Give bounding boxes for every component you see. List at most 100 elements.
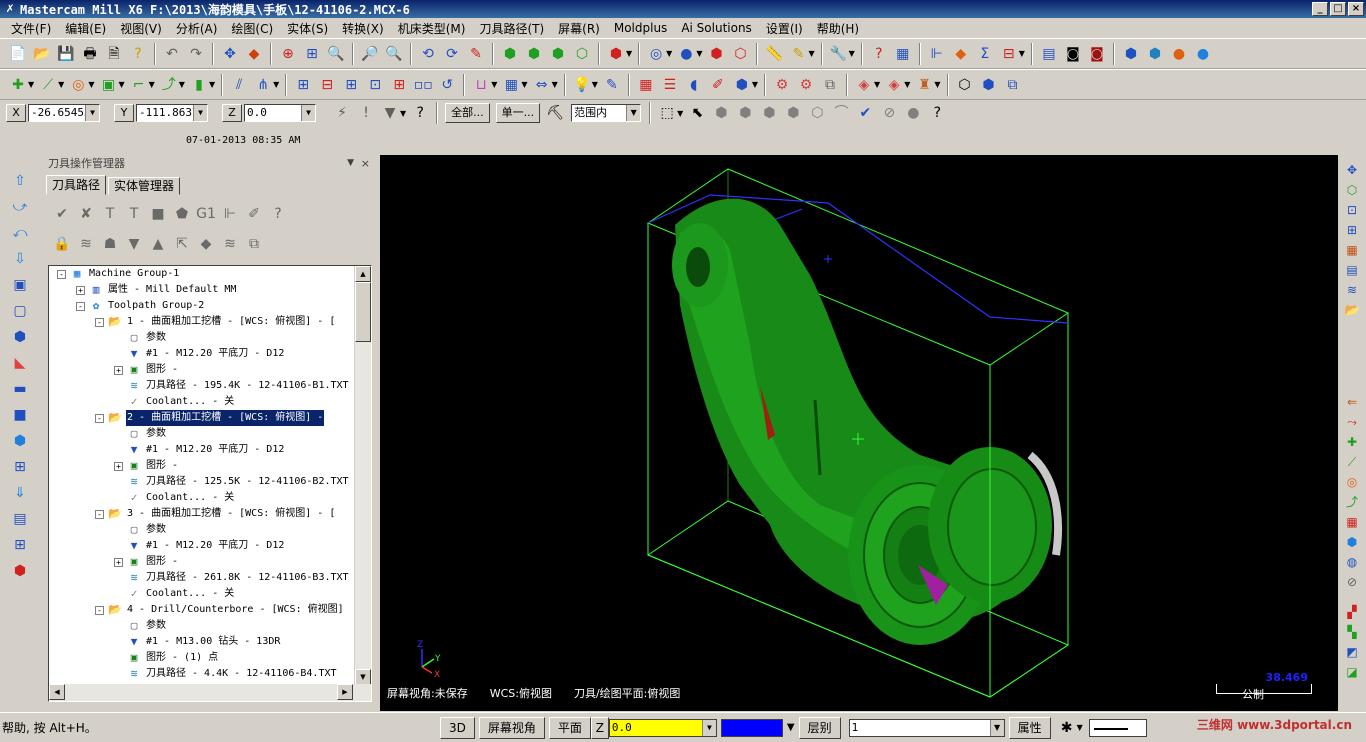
multiaxis-icon[interactable]: ⬢ xyxy=(10,431,30,451)
contour-icon[interactable]: ▣ xyxy=(10,275,30,295)
graphics-viewport[interactable]: Z Y X 屏幕视角:未保存 WCS:俯视图 刀具/绘图平面:俯视图 38.46… xyxy=(380,155,1338,711)
pocket-icon[interactable]: ▢ xyxy=(10,301,30,321)
list-icon[interactable]: ☰ xyxy=(660,75,680,95)
unzoom-icon[interactable]: 🔎 xyxy=(360,44,380,64)
wireframe-cube-icon[interactable]: ⬢ xyxy=(500,44,520,64)
print-preview-icon[interactable]: 🗎 xyxy=(104,44,124,64)
scroll-to-arrow-icon[interactable]: ◆ xyxy=(196,234,216,254)
toggle-post-icon[interactable]: ☗ xyxy=(100,234,120,254)
menu-edit[interactable]: 编辑(E) xyxy=(58,20,113,37)
snap-icon[interactable]: ▞ xyxy=(1343,603,1361,621)
selection-mask-icon[interactable]: ⛏ xyxy=(545,103,565,123)
solids-extrude-icon[interactable]: ⚙ xyxy=(772,75,792,95)
circle-dropdown-icon[interactable]: ▼ xyxy=(88,80,94,89)
help-question-icon[interactable]: ? xyxy=(410,103,430,123)
manager-help-icon[interactable]: ? xyxy=(268,204,288,224)
expand-icon[interactable]: + xyxy=(114,461,123,471)
disable-icon[interactable]: ⊘ xyxy=(1343,573,1361,591)
stock-icon[interactable]: ⬢ xyxy=(1121,44,1141,64)
collapse-icon[interactable]: - xyxy=(95,605,104,615)
surface-icon[interactable]: ▮ xyxy=(189,75,209,95)
solids-shell-icon[interactable]: ◈ xyxy=(854,75,874,95)
shaded-dropdown-icon[interactable]: ▼ xyxy=(696,49,702,58)
grid-icon[interactable]: ▦ xyxy=(501,75,521,95)
menu-settings[interactable]: 设置(I) xyxy=(759,20,810,37)
curve-edit-icon[interactable]: ⤳ xyxy=(1343,413,1361,431)
backplot-icon[interactable]: ◆ xyxy=(951,44,971,64)
tree-row[interactable]: ✓ Coolant... - 关 xyxy=(49,586,355,602)
shaded-sphere-icon[interactable]: ● xyxy=(676,44,696,64)
tile-icon[interactable]: ⊞ xyxy=(10,535,30,555)
solid-layer-icon[interactable]: ⬢ xyxy=(979,75,999,95)
gview-cube-icon[interactable]: ⬢ xyxy=(606,44,626,64)
menu-machine-type[interactable]: 机床类型(M) xyxy=(391,20,473,37)
clear-colors-icon[interactable]: ✎ xyxy=(466,44,486,64)
plane-button[interactable]: 平面 xyxy=(548,716,591,739)
collapse-icon[interactable]: - xyxy=(76,301,85,311)
menu-moldplus[interactable]: Moldplus xyxy=(607,21,674,35)
spline-icon[interactable]: ⤴ xyxy=(159,75,179,95)
collapse-icon[interactable]: - xyxy=(95,317,104,327)
light-dropdown-icon[interactable]: ▼ xyxy=(592,80,598,89)
xform-rotate-icon[interactable]: ⊞ xyxy=(341,75,361,95)
solid-tool-icon[interactable]: ■ xyxy=(10,405,30,425)
arc-icon[interactable]: ⤺ xyxy=(10,223,30,243)
exclamation-icon[interactable]: ! xyxy=(356,103,376,123)
level-field[interactable]: 1 ▼ xyxy=(848,718,1005,737)
solids-revolve-icon[interactable]: ⚙ xyxy=(796,75,816,95)
cursor-icon[interactable]: ⬉ xyxy=(687,103,707,123)
view-zoom-icon[interactable]: ⊡ xyxy=(1343,201,1361,219)
holder-dropdown-icon[interactable]: ▼ xyxy=(934,80,940,89)
curve-icon[interactable]: ⤻ xyxy=(10,197,30,217)
table-tool-icon[interactable]: ▦ xyxy=(1343,513,1361,531)
undo-icon[interactable]: ↶ xyxy=(162,44,182,64)
menu-view[interactable]: 视图(V) xyxy=(113,20,169,37)
view-fit-icon[interactable]: ⊞ xyxy=(1343,221,1361,239)
xform-roll-icon[interactable]: ↺ xyxy=(437,75,457,95)
zoom-in-icon[interactable]: 🔍 xyxy=(326,44,346,64)
view-folder-icon[interactable]: 📂 xyxy=(1343,301,1361,319)
end-select-icon[interactable]: ● xyxy=(903,103,923,123)
tree-row[interactable]: + ▥ 属性 - Mill Default MM xyxy=(49,282,355,298)
view-waves-icon[interactable]: ≋ xyxy=(1343,281,1361,299)
circle-orange-icon[interactable]: ● xyxy=(1169,44,1189,64)
insert-arrow-icon[interactable]: ⇱ xyxy=(172,234,192,254)
view-iso-icon[interactable]: ⬡ xyxy=(1343,181,1361,199)
table-icon[interactable]: ▦ xyxy=(636,75,656,95)
tree-row[interactable]: ▢ 参数 xyxy=(49,522,355,538)
menu-analyze[interactable]: 分析(A) xyxy=(169,20,225,37)
move-dropdown-icon[interactable]: ▼ xyxy=(491,80,497,89)
3d-toggle-button[interactable]: 3D xyxy=(440,716,475,739)
restore-button[interactable]: □ xyxy=(1330,2,1346,16)
lock-icon[interactable]: 🔒 xyxy=(52,234,72,254)
post-ops-icon[interactable]: ⊩ xyxy=(220,204,240,224)
globe-icon[interactable]: ◍ xyxy=(1343,553,1361,571)
view-pan-icon[interactable]: ✥ xyxy=(1343,161,1361,179)
minimize-button[interactable]: _ xyxy=(1312,2,1328,16)
stock-model-icon[interactable]: ⬢ xyxy=(1145,44,1165,64)
surface-dropdown-icon[interactable]: ▼ xyxy=(209,80,215,89)
manager-close-icon[interactable]: × xyxy=(361,155,370,172)
back-arrow-icon[interactable]: ⇐ xyxy=(1343,393,1361,411)
tree-vertical-scrollbar[interactable]: ▲ ▼ xyxy=(354,266,371,685)
view-grid-icon[interactable]: ▦ xyxy=(1343,241,1361,259)
surface-finish-icon[interactable]: ▬ xyxy=(10,379,30,399)
line-tool-icon[interactable]: ⟋ xyxy=(1343,453,1361,471)
point-dropdown-icon[interactable]: ▼ xyxy=(28,80,34,89)
edit-icon[interactable]: ✐ xyxy=(708,75,728,95)
redo-icon[interactable]: ↷ xyxy=(186,44,206,64)
view-layers-icon[interactable]: ▤ xyxy=(1343,261,1361,279)
highfeed-icon[interactable]: ✐ xyxy=(244,204,264,224)
tree-row[interactable]: - 📂 2 - 曲面粗加工挖槽 - [WCS: 俯视图] - xyxy=(49,410,355,426)
scroll-thumb[interactable] xyxy=(355,282,371,342)
tree-row[interactable]: - 📂 1 - 曲面粗加工挖槽 - [WCS: 俯视图] - [ xyxy=(49,314,355,330)
regen-all-icon[interactable]: T xyxy=(100,204,120,224)
screen-view-button[interactable]: 屏幕视角 xyxy=(478,716,545,739)
x-dropdown-icon[interactable]: ▼ xyxy=(85,105,99,121)
surface-rough-icon[interactable]: ◣ xyxy=(10,353,30,373)
toolpath-manager-icon[interactable]: ⊩ xyxy=(927,44,947,64)
z-dropdown-icon[interactable]: ▼ xyxy=(301,105,315,121)
sphere-dropdown-icon[interactable]: ▼ xyxy=(666,49,672,58)
verify-dropdown-icon[interactable]: ▼ xyxy=(1019,49,1025,58)
record-icon[interactable]: ◙ xyxy=(1087,44,1107,64)
